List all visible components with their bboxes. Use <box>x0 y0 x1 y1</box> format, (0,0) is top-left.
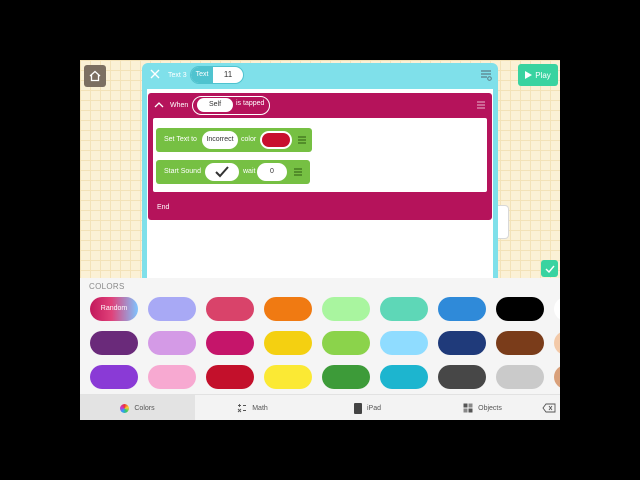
color-swatch[interactable] <box>554 331 560 355</box>
wait-label: wait <box>243 168 256 175</box>
math-icon <box>237 404 247 413</box>
random-color-swatch[interactable]: Random <box>90 297 138 321</box>
editor-header: Text 3 Text 11 <box>142 63 498 87</box>
color-swatch[interactable] <box>554 365 560 389</box>
chevron-up-icon[interactable] <box>154 101 164 109</box>
delete-icon[interactable] <box>542 403 556 413</box>
tab-label: iPad <box>366 404 381 412</box>
color-swatch[interactable] <box>148 365 196 389</box>
color-swatch[interactable] <box>496 297 544 321</box>
rule-end-label: End <box>157 204 170 211</box>
tab-bar: Colors Math iPad Objects <box>80 394 560 420</box>
tab-label: Math <box>252 404 268 412</box>
rule-block[interactable]: When Self is tapped Set Text to Incorrec… <box>148 93 492 220</box>
color-swatch[interactable] <box>264 365 312 389</box>
code-editor-panel: Text 3 Text 11 When Self is tapped Set T… <box>142 63 498 285</box>
home-button[interactable] <box>84 65 106 87</box>
wait-value-pill[interactable]: 0 <box>257 163 287 181</box>
sound-pill[interactable] <box>205 163 239 181</box>
tab-label: Objects <box>478 404 502 412</box>
action-label: Set Text to <box>164 136 197 143</box>
side-drawer-handle[interactable] <box>498 205 509 239</box>
rule-trigger-pill[interactable]: Self is tapped <box>192 96 270 115</box>
color-swatch[interactable] <box>322 331 370 355</box>
color-value-pill[interactable] <box>260 131 292 149</box>
action-label: Start Sound <box>164 168 201 175</box>
color-swatch[interactable] <box>438 297 486 321</box>
text-property-pill[interactable]: Text 11 <box>190 66 244 84</box>
color-swatch[interactable] <box>264 297 312 321</box>
palette-title: COLORS <box>89 282 125 291</box>
play-label: Play <box>535 70 551 80</box>
color-swatch[interactable] <box>380 331 428 355</box>
color-swatch[interactable] <box>496 365 544 389</box>
color-swatch[interactable] <box>90 365 138 389</box>
color-swatch[interactable] <box>380 297 428 321</box>
home-icon <box>89 70 101 82</box>
close-icon[interactable] <box>149 68 161 80</box>
start-sound-action[interactable]: Start Sound wait 0 <box>156 160 310 184</box>
rule-event-label: is tapped <box>236 100 265 107</box>
tab-objects[interactable]: Objects <box>425 395 540 420</box>
color-swatch[interactable] <box>206 331 254 355</box>
color-swatch[interactable] <box>148 297 196 321</box>
property-label: Text <box>191 67 213 83</box>
objects-icon <box>463 403 473 413</box>
rule-actions-area: Set Text to Incorrect color Start Sound <box>153 118 487 192</box>
color-swatch[interactable] <box>554 297 560 321</box>
tab-ipad[interactable]: iPad <box>310 395 425 420</box>
play-icon <box>525 71 533 79</box>
checkmark-icon <box>215 166 229 178</box>
done-button[interactable] <box>541 260 558 277</box>
rule-when-label: When <box>170 102 189 109</box>
check-icon <box>545 265 555 273</box>
color-swatch[interactable] <box>264 331 312 355</box>
color-swatch[interactable] <box>148 331 196 355</box>
action-menu-icon[interactable] <box>294 168 302 176</box>
color-swatch[interactable] <box>90 331 138 355</box>
color-swatch <box>262 133 290 147</box>
color-swatch[interactable] <box>496 331 544 355</box>
tab-math[interactable]: Math <box>195 395 310 420</box>
color-swatch[interactable] <box>322 365 370 389</box>
color-swatch[interactable] <box>438 365 486 389</box>
rule-subject-pill[interactable]: Self <box>197 98 233 112</box>
color-swatch[interactable] <box>380 365 428 389</box>
tab-colors[interactable]: Colors <box>80 395 195 420</box>
object-name-label: Text 3 <box>168 72 187 79</box>
ipad-icon <box>353 402 362 414</box>
color-label: color <box>241 136 257 143</box>
color-swatch[interactable] <box>206 297 254 321</box>
list-settings-icon[interactable] <box>480 69 492 81</box>
text-value-pill[interactable]: Incorrect <box>202 131 238 149</box>
action-menu-icon[interactable] <box>298 136 306 144</box>
set-text-action[interactable]: Set Text to Incorrect color <box>156 128 312 152</box>
app-screen: Play Text 3 Text 11 When Self is tapped … <box>80 60 560 420</box>
color-swatch[interactable] <box>438 331 486 355</box>
colors-icon <box>120 403 130 413</box>
color-swatch[interactable] <box>206 365 254 389</box>
property-value[interactable]: 11 <box>213 67 243 83</box>
color-swatch[interactable] <box>322 297 370 321</box>
tab-label: Colors <box>134 404 155 412</box>
play-button[interactable]: Play <box>518 64 558 86</box>
rule-menu-icon[interactable] <box>476 100 486 110</box>
